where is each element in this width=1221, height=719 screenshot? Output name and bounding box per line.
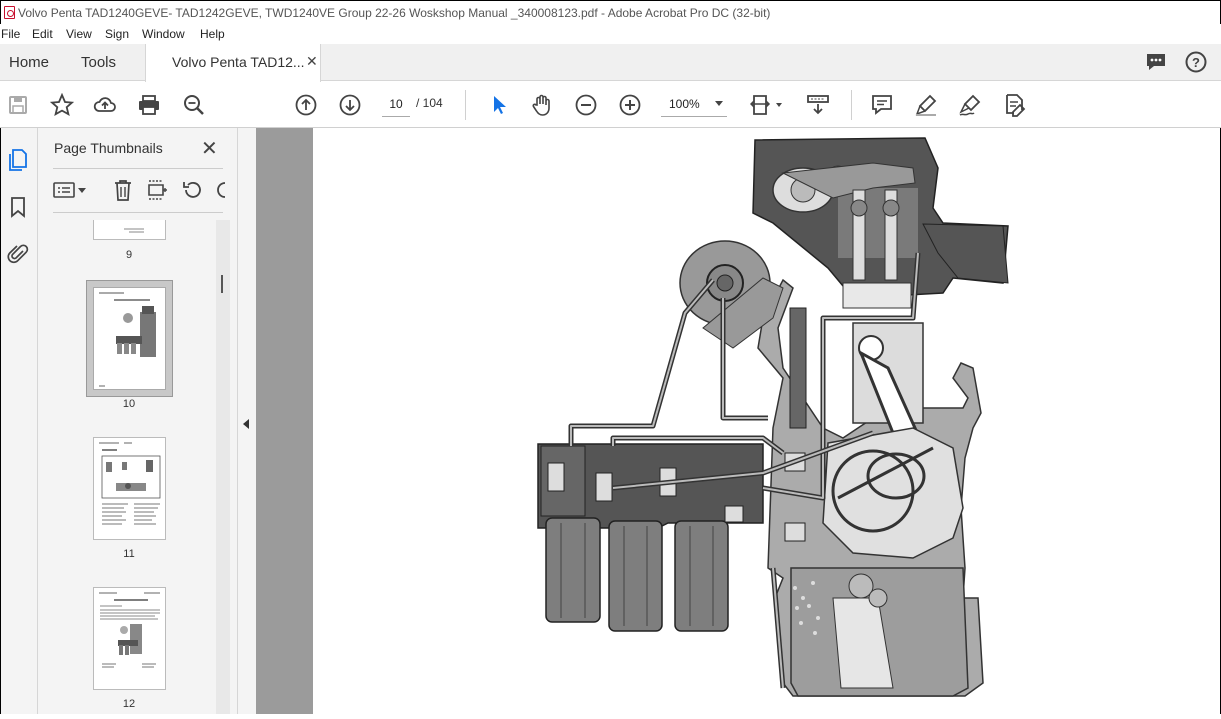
menu-edit[interactable]: Edit	[32, 24, 53, 44]
title-bar: Volvo Penta TAD1240GEVE- TAD1242GEVE, TW…	[0, 0, 1221, 24]
panel-divider	[53, 168, 223, 169]
page-fit-icon[interactable]	[750, 92, 786, 118]
scrollbar-thumb[interactable]	[221, 275, 223, 293]
page-thumbnails-icon[interactable]	[7, 148, 29, 172]
attachments-paperclip-icon[interactable]	[7, 242, 29, 266]
tab-home[interactable]: Home	[9, 54, 49, 71]
rotate-counterclockwise-icon[interactable]	[181, 179, 203, 201]
tab-tools[interactable]: Tools	[81, 54, 116, 71]
close-panel-icon[interactable]: ✕	[201, 136, 218, 161]
close-tab-icon[interactable]: ✕	[306, 53, 318, 70]
left-navigation-rail	[0, 128, 38, 714]
add-comment-icon[interactable]	[869, 92, 895, 118]
comment-bubble-icon[interactable]	[1145, 52, 1167, 72]
engine-lubrication-diagram	[537, 137, 1009, 697]
document-view	[256, 128, 1221, 714]
edit-pdf-icon[interactable]	[1001, 92, 1027, 118]
svg-text:?: ?	[1192, 55, 1200, 70]
next-page-icon[interactable]	[337, 92, 363, 118]
menu-file[interactable]: File	[1, 24, 20, 44]
menu-bar: File Edit View Sign Window Help	[0, 24, 1221, 44]
panel-collapse-handle[interactable]	[238, 128, 256, 714]
page-thumbnail-9[interactable]	[93, 220, 166, 240]
main-toolbar: 10 / 104 100%	[0, 82, 1221, 128]
thumbnail-page-number: 9	[125, 249, 133, 261]
thumbnail-page-number: 10	[122, 398, 136, 410]
rotate-clockwise-icon[interactable]	[215, 179, 225, 201]
tab-document-label: Volvo Penta TAD12...	[172, 54, 305, 70]
thumbnail-page-number: 11	[123, 548, 135, 560]
zoom-out-icon[interactable]	[573, 92, 599, 118]
panel-title: Page Thumbnails	[54, 140, 163, 156]
menu-help[interactable]: Help	[200, 24, 225, 44]
scroll-mode-icon[interactable]	[805, 92, 831, 118]
acrobat-app-icon	[4, 6, 15, 19]
panel-divider	[53, 212, 223, 213]
previous-page-icon[interactable]	[293, 92, 319, 118]
thumbnails-list: 9 10 11 12	[53, 220, 218, 714]
select-cursor-icon[interactable]	[486, 92, 512, 118]
page-thumbnail-12[interactable]	[93, 587, 166, 690]
window-title: Volvo Penta TAD1240GEVE- TAD1242GEVE, TW…	[18, 6, 771, 20]
thumbnails-scrollbar[interactable]	[216, 220, 230, 714]
pdf-page[interactable]	[313, 128, 1221, 714]
menu-sign[interactable]: Sign	[105, 24, 129, 44]
zoom-level-select[interactable]: 100%	[661, 93, 727, 117]
menu-view[interactable]: View	[66, 24, 92, 44]
insert-page-icon[interactable]	[146, 179, 168, 201]
thumbnails-panel: Page Thumbnails ✕ 9 10 11 12	[38, 128, 238, 714]
print-icon[interactable]	[136, 92, 162, 118]
page-total: / 104	[416, 96, 443, 110]
chevron-down-icon	[715, 101, 723, 106]
page-number-input[interactable]: 10	[382, 93, 410, 117]
tab-document[interactable]: Volvo Penta TAD12... ✕	[145, 44, 321, 82]
bookmark-star-icon[interactable]	[49, 92, 75, 118]
page-thumbnail-10-selected[interactable]	[86, 280, 173, 397]
save-icon[interactable]	[5, 92, 31, 118]
zoom-level-value: 100%	[669, 97, 700, 111]
hand-tool-icon[interactable]	[529, 92, 555, 118]
menu-window[interactable]: Window	[142, 24, 185, 44]
tab-bar: Home Tools Volvo Penta TAD12... ✕ ?	[0, 44, 1221, 82]
toolbar-divider	[465, 90, 466, 120]
thumbnail-options-icon[interactable]	[52, 179, 90, 201]
toolbar-divider	[851, 90, 852, 120]
zoom-in-icon[interactable]	[617, 92, 643, 118]
sign-fill-icon[interactable]	[957, 92, 983, 118]
collapse-arrow-icon	[243, 419, 249, 429]
delete-trash-icon[interactable]	[112, 178, 134, 202]
highlight-pen-icon[interactable]	[913, 92, 939, 118]
page-thumbnail-11[interactable]	[93, 437, 166, 540]
zoom-search-icon[interactable]	[181, 92, 207, 118]
help-icon[interactable]: ?	[1185, 51, 1207, 73]
bookmarks-icon[interactable]	[9, 196, 27, 218]
thumbnail-page-number: 12	[122, 698, 136, 710]
page-thumbnail-10[interactable]	[93, 287, 166, 390]
upload-cloud-icon[interactable]	[92, 92, 118, 118]
